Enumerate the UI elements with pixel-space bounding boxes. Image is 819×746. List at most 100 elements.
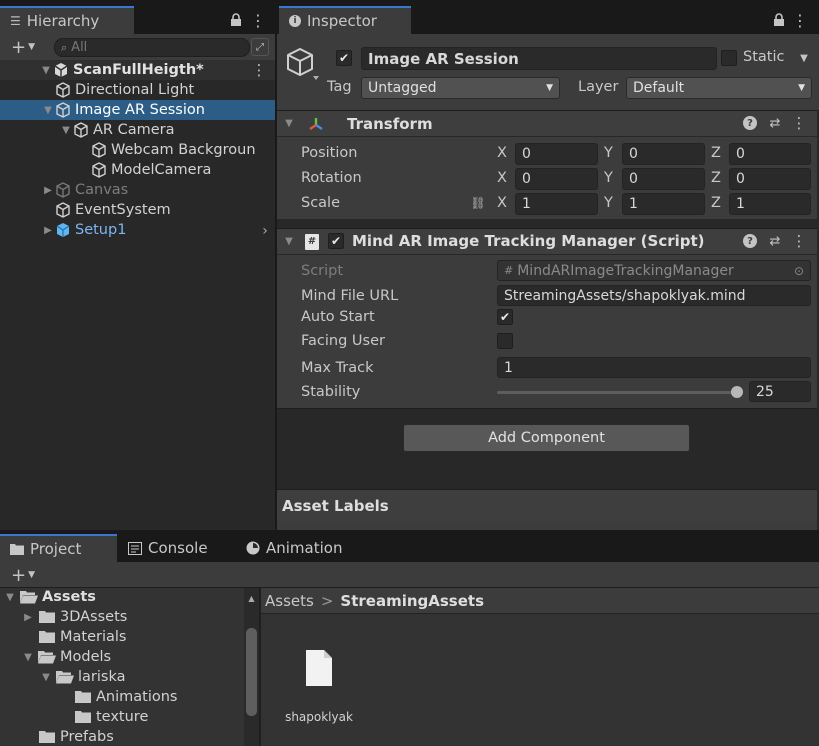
active-checkbox[interactable]: ✔ [336,50,352,66]
hierarchy-item[interactable]: ▶ Setup1 [0,220,275,240]
object-name-field[interactable]: Image AR Session [361,47,717,70]
facing-user-checkbox[interactable] [497,333,513,349]
stability-slider-handle[interactable] [731,386,743,398]
axis-x-label[interactable]: X [497,145,507,161]
mind-file-field[interactable]: StreamingAssets/shapoklyak.mind [497,285,811,306]
project-tree-item[interactable]: ▼ Assets [0,587,244,607]
expand-arrow-icon[interactable]: ▼ [40,65,52,76]
hierarchy-item[interactable]: EventSystem [0,200,275,220]
expand-arrow-icon[interactable]: ▼ [4,592,16,603]
tab-animation[interactable]: Animation [236,534,366,562]
kebab-menu-icon[interactable]: ⋮ [792,10,808,30]
hierarchy-search[interactable]: ⌕ All [54,38,250,57]
expand-arrow-icon[interactable]: ▼ [42,105,54,116]
tag-dropdown[interactable]: Untagged ▼ [361,77,560,99]
project-tree-item[interactable]: Animations [0,687,244,707]
project-tree-item[interactable]: Prefabs [0,727,244,746]
hierarchy-item[interactable]: ▼ AR Camera [0,120,275,140]
preset-icon[interactable]: ⇄ [767,232,783,250]
tab-inspector[interactable]: i Inspector [279,6,411,34]
asset-labels-label: Asset Labels [282,496,389,515]
transform-z-field[interactable]: 1 [729,193,811,215]
scene-row[interactable]: ▼ ScanFullHeigth* [0,60,275,80]
add-component-button[interactable]: Add Component [403,424,690,452]
scroll-up-icon[interactable]: ▲ [245,592,258,604]
transform-icon [307,115,325,133]
stability-slider-track[interactable] [497,391,737,394]
transform-x-field[interactable]: 1 [515,193,598,215]
static-checkbox[interactable] [721,50,737,66]
axis-z-label[interactable]: Z [711,145,721,161]
layer-dropdown[interactable]: Default ▼ [626,77,812,99]
expand-arrow-icon[interactable]: ▼ [60,125,72,136]
axis-y-label[interactable]: Y [604,195,613,211]
axis-z-label[interactable]: Z [711,195,721,211]
collapse-arrow-icon[interactable]: ▼ [283,118,295,129]
auto-start-checkbox[interactable]: ✔ [497,309,513,325]
create-plus-icon[interactable]: + ▼ [6,565,40,586]
static-dropdown-icon[interactable]: ▼ [796,50,812,66]
hierarchy-item[interactable]: ▼ Image AR Session [0,100,275,120]
preset-icon[interactable]: ⇄ [767,114,783,132]
axis-x-label[interactable]: X [497,170,507,186]
tab-project[interactable]: Project [0,534,117,562]
help-icon[interactable]: ? [743,116,757,130]
hierarchy-item-label: Canvas [75,182,129,198]
gameobject-icon[interactable] [284,46,320,82]
kebab-menu-icon[interactable]: ⋮ [250,10,266,30]
scene-menu-icon[interactable]: ⋮ [252,61,267,79]
component-menu-icon[interactable]: ⋮ [792,232,807,250]
project-tree-item[interactable]: Materials [0,627,244,647]
stability-value-field[interactable]: 25 [749,381,811,402]
hierarchy-item[interactable]: Directional Light [0,80,275,100]
constrain-proportions-icon[interactable]: ⛓ [468,194,488,212]
create-plus-icon[interactable]: + ▼ [6,37,40,58]
expand-arrow-icon[interactable]: ▼ [22,652,34,663]
transform-header[interactable]: ▼ Transform [277,110,817,136]
axis-y-label[interactable]: Y [604,170,613,186]
max-track-field[interactable]: 1 [497,357,811,378]
project-tree-item[interactable]: ▶ 3DAssets [0,607,244,627]
axis-z-label[interactable]: Z [711,170,721,186]
transform-x-field[interactable]: 0 [515,143,598,165]
breadcrumb-current[interactable]: StreamingAssets [340,592,484,610]
transform-z-field[interactable]: 0 [729,143,811,165]
collapse-arrow-icon[interactable]: ▼ [283,236,295,247]
lock-icon[interactable] [771,10,787,30]
hierarchy-item[interactable]: ▶ Canvas [0,180,275,200]
transform-y-field[interactable]: 0 [622,168,705,190]
transform-y-field[interactable]: 0 [622,143,705,165]
lock-icon[interactable] [228,10,244,30]
collapsed-arrow-icon[interactable]: ▶ [42,225,54,236]
project-tree-item[interactable]: ▼ lariska [0,667,244,687]
axis-y-label[interactable]: Y [604,145,613,161]
asset-file-item[interactable]: shapoklyak [280,640,358,730]
expand-arrow-icon[interactable]: ▼ [40,672,52,683]
axis-x-label[interactable]: X [497,195,507,211]
tree-scrollbar-thumb[interactable] [246,628,257,716]
scene-visibility-icon[interactable]: ⤢ [251,38,269,56]
tag-label: Tag [327,79,352,95]
hierarchy-item[interactable]: Webcam Backgroun [0,140,275,160]
breadcrumb-root[interactable]: Assets [265,592,314,610]
tab-inspector-label: Inspector [307,12,377,30]
tab-hierarchy[interactable]: ☰ Hierarchy [0,6,134,34]
asset-labels-footer [277,521,817,530]
chevron-right-icon[interactable]: › [258,222,272,240]
transform-y-field[interactable]: 1 [622,193,705,215]
project-tree-item[interactable]: texture [0,707,244,727]
script-enabled-checkbox[interactable]: ✔ [328,233,344,249]
transform-x-field[interactable]: 0 [515,168,598,190]
tab-console[interactable]: Console [118,534,234,562]
asset-labels-bar[interactable]: Asset Labels [277,489,817,521]
project-tree-item[interactable]: ▼ Models [0,647,244,667]
gameobject-icon [90,141,108,159]
hierarchy-item[interactable]: ModelCamera [0,160,275,180]
transform-z-field[interactable]: 0 [729,168,811,190]
help-icon[interactable]: ? [743,234,757,248]
folder-icon [38,610,56,624]
collapsed-arrow-icon[interactable]: ▶ [22,612,34,623]
auto-start-label: Auto Start [301,309,375,325]
collapsed-arrow-icon[interactable]: ▶ [42,185,54,196]
component-menu-icon[interactable]: ⋮ [792,114,807,132]
